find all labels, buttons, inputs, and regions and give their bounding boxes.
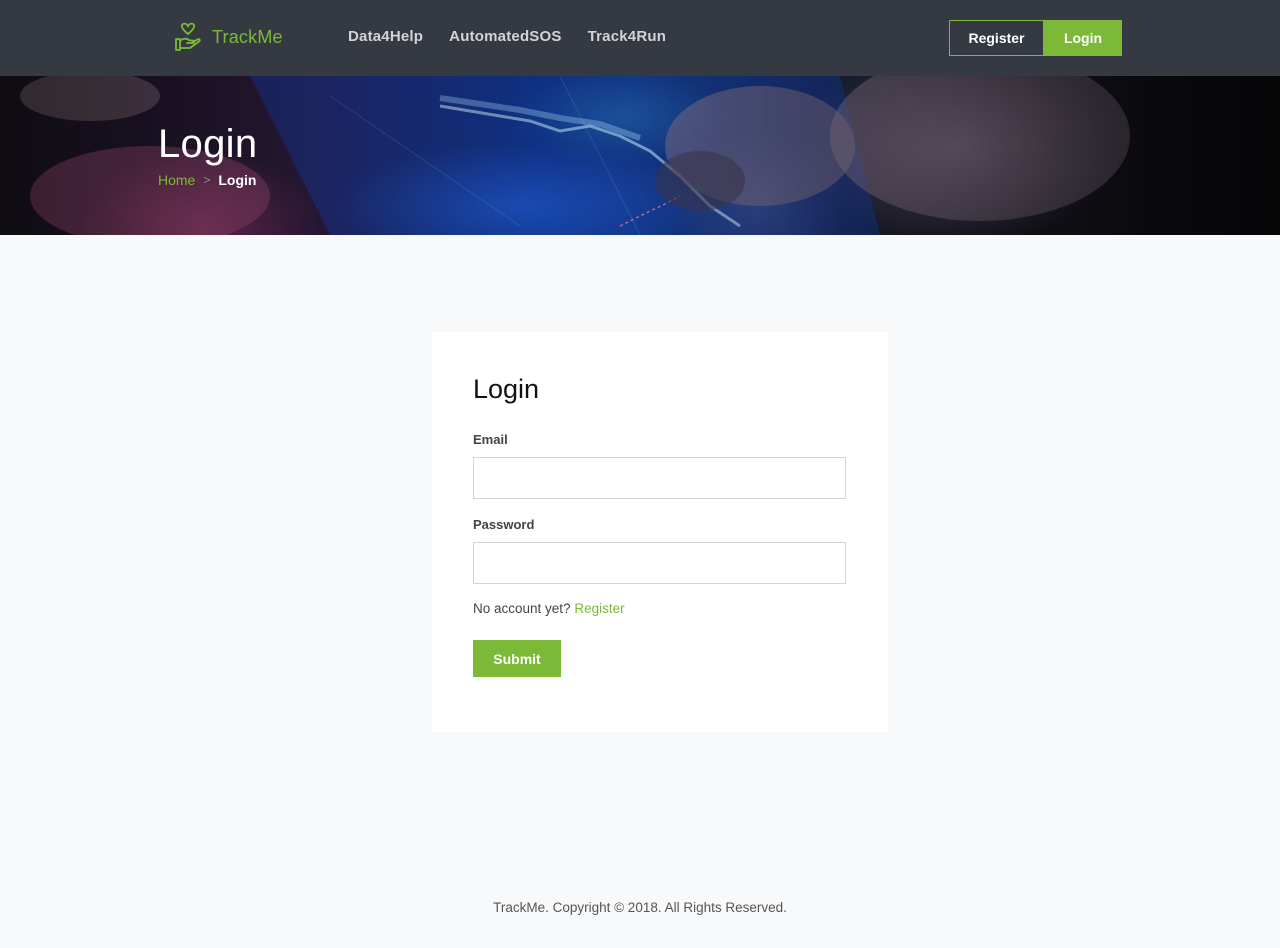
login-button[interactable]: Login xyxy=(1044,20,1122,56)
auth-buttons: Register Login xyxy=(949,20,1122,56)
login-form-title: Login xyxy=(473,374,540,404)
password-field[interactable] xyxy=(473,542,846,584)
nav-data4help[interactable]: Data4Help xyxy=(348,28,423,45)
password-label: Password xyxy=(473,517,535,532)
email-field[interactable] xyxy=(473,457,846,499)
breadcrumb: Home > Login xyxy=(158,172,256,188)
breadcrumb-separator: > xyxy=(203,173,211,187)
heart-hand-icon xyxy=(174,22,202,52)
hero-banner: Login Home > Login xyxy=(0,76,1280,235)
main-nav: Data4Help AutomatedSOS Track4Run xyxy=(348,28,666,45)
breadcrumb-home[interactable]: Home xyxy=(158,172,195,188)
register-button[interactable]: Register xyxy=(949,20,1044,56)
email-label: Email xyxy=(473,432,508,447)
login-card: Login Email Password No account yet? Reg… xyxy=(432,332,888,732)
register-prompt: No account yet? Register xyxy=(473,601,625,616)
no-account-text: No account yet? xyxy=(473,601,571,616)
nav-automatedsos[interactable]: AutomatedSOS xyxy=(449,28,561,45)
submit-button[interactable]: Submit xyxy=(473,640,561,677)
breadcrumb-current: Login xyxy=(218,172,257,188)
brand-logo[interactable]: TrackMe xyxy=(174,20,283,54)
register-link[interactable]: Register xyxy=(574,601,624,616)
page-title: Login xyxy=(158,122,258,166)
nav-track4run[interactable]: Track4Run xyxy=(588,28,667,45)
brand-name: TrackMe xyxy=(212,26,283,47)
top-navbar: TrackMe Data4Help AutomatedSOS Track4Run… xyxy=(0,0,1280,76)
footer-copyright: TrackMe. Copyright © 2018. All Rights Re… xyxy=(493,900,787,915)
